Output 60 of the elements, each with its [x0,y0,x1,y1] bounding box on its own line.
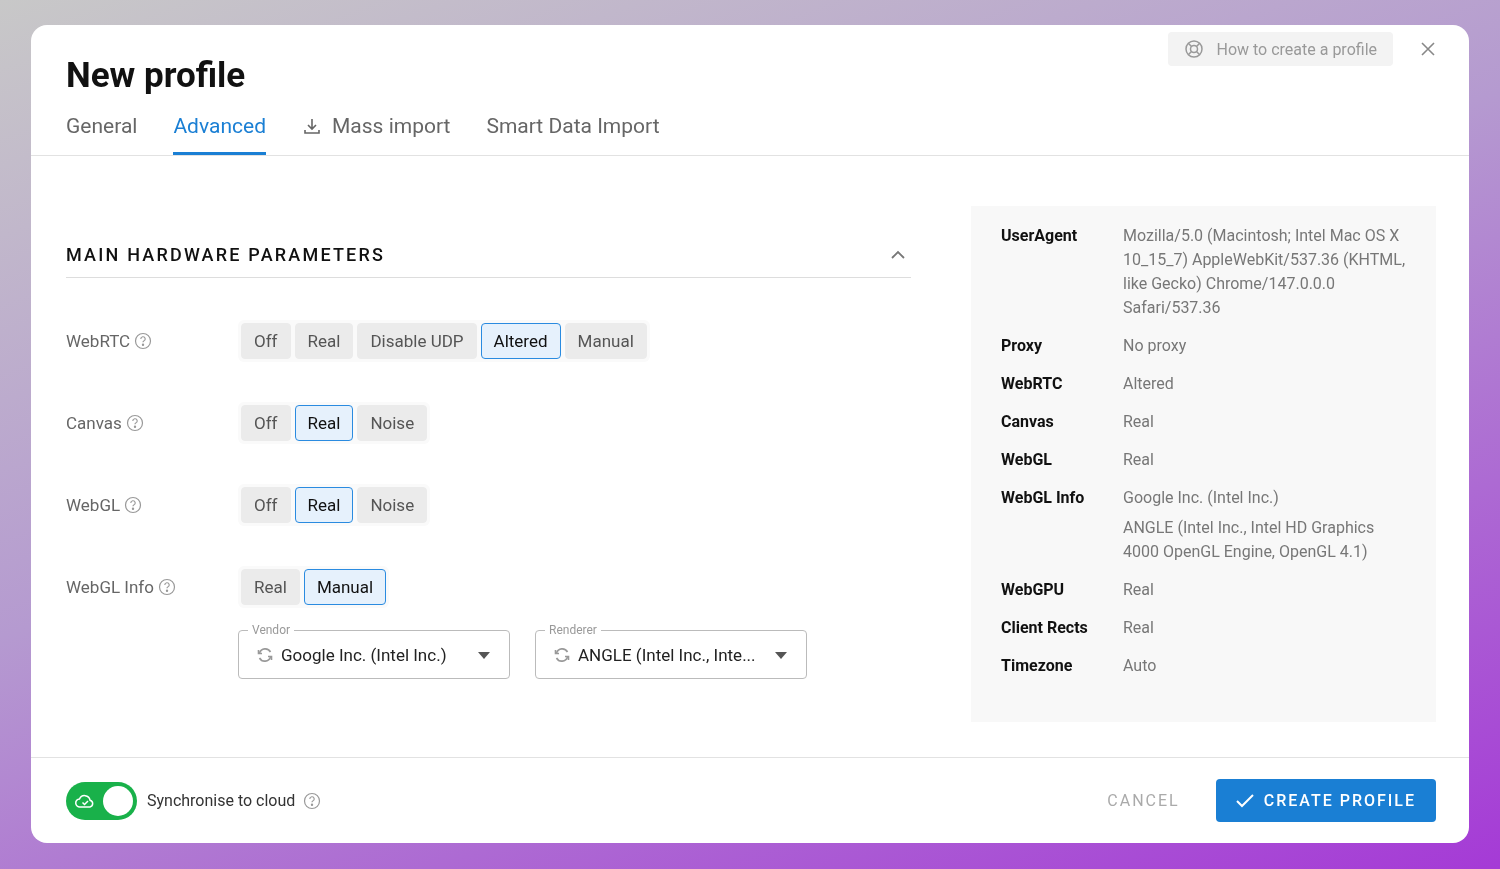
download-icon [302,116,322,136]
option-button[interactable]: Real [294,323,354,359]
refresh-icon [255,645,275,665]
parameter-label: WebGL [66,495,121,515]
sync-label: Synchronise to cloud [147,791,296,810]
option-button[interactable]: Disable UDP [357,323,477,359]
summary-value: ANGLE (Intel Inc., Intel HD Graphics 4000 OpenGL Engine, OpenGL 4.1) [1123,517,1376,563]
tab[interactable]: Smart Data Import [486,104,660,155]
summary-label: Client Rects [1001,617,1089,639]
help-icon[interactable] [303,791,322,810]
summary-value: Real [1123,617,1154,639]
summary-value: Real [1123,449,1154,471]
summary-value: Altered [1123,373,1174,395]
dialog-title: New profile [66,55,246,96]
option-button[interactable]: Real [241,569,300,605]
option-button[interactable]: Manual [564,323,647,359]
collapse-button[interactable] [890,249,906,260]
option-button[interactable]: Off [241,405,291,441]
summary-label: WebRTC [1001,373,1064,395]
summary-label: WebGL [1001,449,1053,471]
option-button[interactable]: Off [241,323,291,359]
sync-toggle[interactable] [66,781,137,820]
help-icon[interactable] [124,496,143,514]
option-button[interactable]: Noise [357,405,428,441]
lifebuoy-icon [1184,39,1205,59]
summary-label: UserAgent [1001,225,1079,247]
summary-label: WebGL Info [1001,487,1086,509]
help-icon[interactable] [125,414,144,432]
summary-value: Real [1123,579,1154,601]
summary-value: Google Inc. (Intel Inc.) [1123,487,1280,509]
summary-value: No proxy [1123,335,1187,357]
parameter-label: WebGL Info [66,577,154,597]
check-icon [1235,793,1254,808]
select-field[interactable]: Vendor Google Inc. (Intel Inc.) [238,622,510,679]
summary-value: Auto [1123,655,1157,677]
refresh-icon [552,645,572,665]
help-icon[interactable] [157,578,176,596]
parameter-label: Canvas [66,413,122,433]
option-button[interactable]: Noise [357,487,428,523]
option-button[interactable]: Altered [480,323,561,359]
option-button[interactable]: Manual [303,569,387,605]
summary-label: Timezone [1001,655,1074,677]
help-icon[interactable] [134,332,153,350]
summary-value: Real [1123,411,1154,433]
option-button[interactable]: Real [294,487,354,523]
dropdown-icon [478,651,490,659]
tab[interactable]: General [66,104,138,155]
option-button[interactable]: Off [241,487,291,523]
select-field[interactable]: Renderer ANGLE (Intel Inc., Inte... [535,622,807,679]
create-profile-button[interactable]: CREATE PROFILE [1215,779,1436,822]
summary-value: Mozilla/5.0 (Macintosh; Intel Mac OS X 10_15_7) AppleWebKit/537.36 (KHTML, like Gecko) Chrome/147.0.0.0 Safari/537.36 [1123,225,1406,319]
section-title: MAIN HARDWARE PARAMETERS [66,244,386,265]
tab[interactable]: Mass import [302,104,451,155]
parameter-label: WebRTC [66,331,131,351]
summary-label: Proxy [1001,335,1043,357]
option-button[interactable]: Real [294,405,354,441]
summary-label: WebGPU [1001,579,1066,601]
summary-label: Canvas [1001,411,1055,433]
dropdown-icon [775,651,787,659]
tab[interactable]: Advanced [173,104,266,155]
